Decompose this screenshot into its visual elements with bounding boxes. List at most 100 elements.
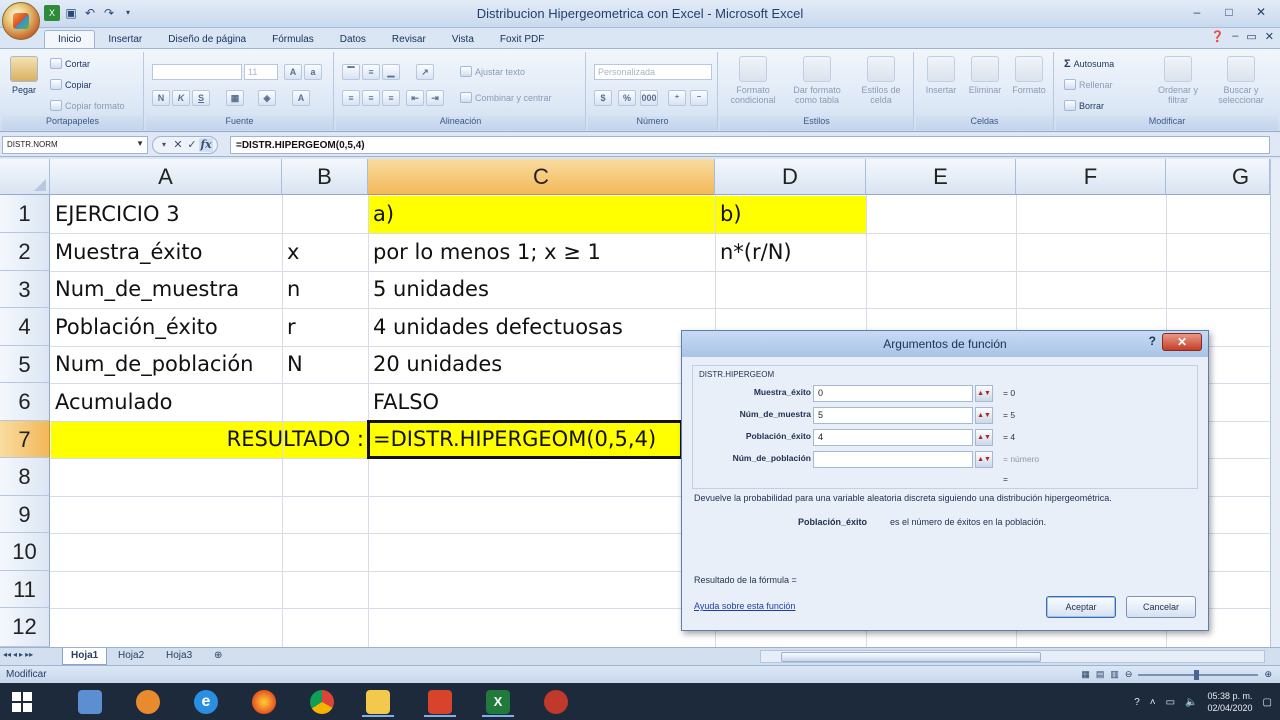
increase-decimal-icon[interactable]: ⁺ <box>668 90 686 106</box>
taskbar-excel-app[interactable]: X <box>476 687 520 717</box>
thousands-icon[interactable]: 000 <box>640 90 658 106</box>
dialog-title[interactable]: Argumentos de función <box>682 331 1208 357</box>
conditional-format-button[interactable]: Formato condicional <box>724 56 782 105</box>
insert-function-icon[interactable]: fx <box>199 138 213 152</box>
column-header-e[interactable]: E <box>866 159 1016 195</box>
taskbar-explorer-app[interactable] <box>68 687 112 717</box>
align-top-icon[interactable]: ▔ <box>342 64 360 80</box>
column-header-g[interactable]: G <box>1166 159 1270 195</box>
column-header-b[interactable]: B <box>282 159 368 195</box>
tab-formulas[interactable]: Fórmulas <box>259 31 327 48</box>
taskbar-chrome-app[interactable] <box>300 687 344 717</box>
row-header-10[interactable]: 10 <box>0 533 50 571</box>
cut-button[interactable]: Cortar <box>50 58 90 69</box>
sheet-tab-hoja1[interactable]: Hoja1 <box>62 648 108 665</box>
name-box[interactable]: DISTR.NORM ▼ <box>2 136 148 154</box>
underline-icon[interactable]: S <box>192 90 210 106</box>
zoom-knob[interactable] <box>1194 669 1200 680</box>
fill-button[interactable]: Rellenar <box>1064 79 1113 90</box>
select-all-corner[interactable] <box>0 159 50 195</box>
page-break-icon[interactable]: ▥ <box>1110 669 1119 680</box>
wrap-text-button[interactable]: Ajustar texto <box>460 66 525 77</box>
cell-c5[interactable]: 20 unidades <box>368 346 502 383</box>
taskbar-pdf-app[interactable] <box>418 687 462 717</box>
decrease-indent-icon[interactable]: ⇤ <box>406 90 424 106</box>
collapse-dialog-icon[interactable]: ▲▼ <box>975 385 993 402</box>
cell-a1[interactable]: EJERCICIO 3 <box>50 196 180 233</box>
align-left-icon[interactable]: ≡ <box>342 90 360 106</box>
taskbar-firefox-app[interactable] <box>242 687 286 717</box>
align-right-icon[interactable]: ≡ <box>382 90 400 106</box>
italic-icon[interactable]: K <box>172 90 190 106</box>
align-bottom-icon[interactable]: ▁ <box>382 64 400 80</box>
copy-button[interactable]: Copiar <box>50 79 92 90</box>
row-header-12[interactable]: 12 <box>0 608 50 647</box>
format-cells-button[interactable]: Formato <box>1008 56 1050 95</box>
page-layout-icon[interactable]: ▤ <box>1096 669 1105 680</box>
cell-c6[interactable]: FALSO <box>368 384 439 421</box>
dialog-help-icon[interactable]: ? <box>1149 334 1156 348</box>
clear-button[interactable]: Borrar <box>1064 100 1104 111</box>
collapse-dialog-icon[interactable]: ▲▼ <box>975 451 993 468</box>
tab-diseno-pagina[interactable]: Diseño de página <box>155 31 259 48</box>
font-name-combo[interactable] <box>152 64 242 80</box>
cell-c7[interactable]: =DISTR.HIPERGEOM(0,5,4) <box>368 421 656 458</box>
cell-a5[interactable]: Num_de_población <box>50 346 253 383</box>
cell-c2[interactable]: por lo menos 1; x ≥ 1 <box>368 234 601 271</box>
column-header-f[interactable]: F <box>1016 159 1166 195</box>
close-window-button[interactable]: ✕ <box>1246 2 1276 22</box>
accept-button[interactable]: Aceptar <box>1046 596 1116 618</box>
arg-input-poblacion-exito[interactable]: 4 <box>813 429 973 446</box>
formula-dropdown-icon[interactable]: ▾ <box>157 138 171 152</box>
last-sheet-icon[interactable]: ▸▸ <box>25 650 33 659</box>
autosum-button[interactable]: Σ Autosuma <box>1064 58 1114 70</box>
row-header-5[interactable]: 5 <box>0 346 50 383</box>
cell-c3[interactable]: 5 unidades <box>368 271 489 308</box>
arg-input-num-muestra[interactable]: 5 <box>813 407 973 424</box>
cell-b7[interactable]: RESULTADO : <box>50 421 368 458</box>
shrink-font-icon[interactable]: a <box>304 64 322 80</box>
cancel-button[interactable]: Cancelar <box>1126 596 1196 618</box>
number-format-combo[interactable]: Personalizada <box>594 64 712 80</box>
tab-vista[interactable]: Vista <box>439 31 487 48</box>
delete-cells-button[interactable]: Eliminar <box>964 56 1006 95</box>
currency-icon[interactable]: $ <box>594 90 612 106</box>
taskbar-folder-app[interactable] <box>356 687 400 717</box>
cell-d1[interactable]: b) <box>715 196 742 233</box>
ribbon-restore-icon[interactable]: ▭ <box>1246 30 1256 43</box>
sheet-tab-hoja3[interactable]: Hoja3 <box>158 648 200 665</box>
row-header-6[interactable]: 6 <box>0 383 50 421</box>
cell-b3[interactable]: n <box>282 271 300 308</box>
cell-a4[interactable]: Población_éxito <box>50 309 218 346</box>
percent-icon[interactable]: % <box>618 90 636 106</box>
insert-cells-button[interactable]: Insertar <box>920 56 962 95</box>
find-select-button[interactable]: Buscar y seleccionar <box>1210 56 1272 105</box>
clock[interactable]: 05:38 p. m. 02/04/2020 <box>1208 690 1253 714</box>
formula-input[interactable]: =DISTR.HIPERGEOM(0,5,4) <box>230 136 1270 154</box>
grow-font-icon[interactable]: A <box>284 64 302 80</box>
bold-icon[interactable]: N <box>152 90 170 106</box>
tab-revisar[interactable]: Revisar <box>379 31 439 48</box>
function-help-link[interactable]: Ayuda sobre esta función <box>694 601 795 611</box>
font-color-icon[interactable]: A <box>292 90 310 106</box>
collapse-dialog-icon[interactable]: ▲▼ <box>975 429 993 446</box>
cell-a2[interactable]: Muestra_éxito <box>50 234 202 271</box>
first-sheet-icon[interactable]: ◂◂ <box>3 650 11 659</box>
network-icon[interactable]: ▭ <box>1166 697 1175 708</box>
format-as-table-button[interactable]: Dar formato como tabla <box>786 56 848 105</box>
column-header-a[interactable]: A <box>50 159 282 195</box>
cell-c4[interactable]: 4 unidades defectuosas <box>368 309 623 346</box>
tab-insertar[interactable]: Insertar <box>95 31 155 48</box>
orientation-icon[interactable]: ↗ <box>416 64 434 80</box>
cell-d2[interactable]: n*(r/N) <box>715 234 792 271</box>
taskbar-ie-app[interactable]: e <box>184 687 228 717</box>
prev-sheet-icon[interactable]: ◂ <box>13 650 17 659</box>
vertical-scrollbar[interactable] <box>1270 159 1280 647</box>
sheet-tab-hoja2[interactable]: Hoja2 <box>110 648 152 665</box>
tab-inicio[interactable]: Inicio <box>44 30 96 48</box>
minimize-button[interactable]: – <box>1182 2 1212 22</box>
cell-a3[interactable]: Num_de_muestra <box>50 271 239 308</box>
zoom-slider[interactable] <box>1138 669 1259 680</box>
row-header-3[interactable]: 3 <box>0 271 50 308</box>
align-center-icon[interactable]: ≡ <box>362 90 380 106</box>
